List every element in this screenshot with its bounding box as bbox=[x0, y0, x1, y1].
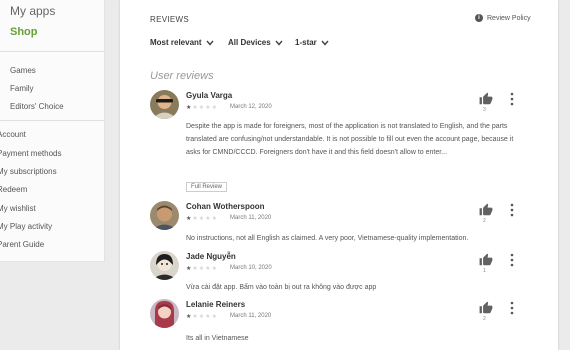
review-text: Its all in Vietnamese bbox=[186, 335, 249, 342]
full-review-button[interactable]: Full Review bbox=[186, 182, 228, 192]
chevron-down-icon bbox=[275, 40, 283, 46]
info-icon: i bbox=[475, 14, 483, 22]
star-rating: ★★★★★ bbox=[186, 104, 218, 111]
sidebar-item-my-wishlist[interactable]: My wishlist bbox=[0, 204, 36, 213]
sidebar-item-my-subscriptions[interactable]: My subscriptions bbox=[0, 167, 57, 176]
avatar bbox=[150, 299, 179, 328]
review-policy-link[interactable]: i Review Policy bbox=[475, 14, 531, 22]
sidebar-item-editors-choice[interactable]: Editors' Choice bbox=[10, 102, 64, 111]
review-date: March 11, 2020 bbox=[230, 215, 272, 221]
more-options-icon[interactable] bbox=[509, 203, 515, 217]
rating-dropdown-label: 1-star bbox=[295, 38, 317, 47]
sidebar-divider bbox=[0, 51, 105, 52]
avatar bbox=[150, 251, 179, 280]
thumb-up-icon[interactable] bbox=[479, 301, 493, 315]
thumb-up-icon[interactable] bbox=[479, 92, 493, 106]
review-item: Cohan Wotherspoon ★★★★★ March 11, 2020 N… bbox=[150, 201, 550, 251]
left-sidebar: My apps Shop Games Family Editors' Choic… bbox=[0, 0, 105, 350]
sort-dropdown[interactable]: Most relevant bbox=[150, 38, 228, 47]
avatar bbox=[150, 201, 179, 230]
sidebar-item-payment-methods[interactable]: Payment methods bbox=[0, 149, 61, 158]
review-policy-label: Review Policy bbox=[487, 14, 531, 22]
rating-dropdown[interactable]: 1-star bbox=[295, 38, 329, 47]
more-options-icon[interactable] bbox=[509, 253, 515, 267]
star-empty-icon: ★ bbox=[211, 105, 218, 111]
sidebar-item-my-play-activity[interactable]: My Play activity bbox=[0, 222, 52, 231]
star-empty-icon: ★ bbox=[211, 314, 218, 320]
sidebar-item-shop[interactable]: Shop bbox=[10, 26, 38, 38]
sidebar-item-my-apps[interactable]: My apps bbox=[10, 4, 55, 18]
sidebar-item-family[interactable]: Family bbox=[10, 84, 34, 93]
helpful-count: 1 bbox=[483, 268, 486, 274]
avatar bbox=[150, 90, 179, 119]
star-rating: ★★★★★ bbox=[186, 215, 218, 222]
sidebar-item-account[interactable]: Account bbox=[0, 130, 26, 139]
chevron-down-icon bbox=[321, 40, 329, 46]
reviewer-name: Cohan Wotherspoon bbox=[186, 202, 265, 211]
star-empty-icon: ★ bbox=[211, 216, 218, 222]
more-options-icon[interactable] bbox=[509, 301, 515, 315]
reviews-heading: REVIEWS bbox=[150, 15, 189, 24]
review-date: March 11, 2020 bbox=[230, 313, 272, 319]
sort-dropdown-label: Most relevant bbox=[150, 38, 202, 47]
star-rating: ★★★★★ bbox=[186, 313, 218, 320]
review-filters: Most relevant All Devices 1-star bbox=[150, 38, 329, 47]
review-text: Despite the app is made for foreigners, … bbox=[186, 123, 514, 156]
devices-dropdown-label: All Devices bbox=[228, 38, 271, 47]
star-rating: ★★★★★ bbox=[186, 265, 218, 272]
sidebar-item-parent-guide[interactable]: Parent Guide bbox=[0, 240, 44, 249]
review-item: Lelanie Reiners ★★★★★ March 11, 2020 Its… bbox=[150, 299, 550, 349]
helpful-count: 3 bbox=[483, 107, 486, 113]
review-item: Jade Nguyễn ★★★★★ March 10, 2020 Vừa cài… bbox=[150, 251, 550, 296]
helpful-count: 2 bbox=[483, 218, 486, 224]
review-text: Vừa cài đặt app. Bấm vào toàn bị out ra … bbox=[186, 284, 377, 291]
reviewer-name: Gyula Varga bbox=[186, 91, 233, 100]
thumb-up-icon[interactable] bbox=[479, 253, 493, 267]
helpful-count: 2 bbox=[483, 316, 486, 322]
sidebar-item-games[interactable]: Games bbox=[10, 66, 36, 75]
devices-dropdown[interactable]: All Devices bbox=[228, 38, 295, 47]
review-item: Gyula Varga ★★★★★ March 12, 2020 Despite… bbox=[150, 90, 550, 195]
star-empty-icon: ★ bbox=[211, 266, 218, 272]
sidebar-divider bbox=[0, 120, 105, 121]
review-date: March 10, 2020 bbox=[230, 265, 272, 271]
thumb-up-icon[interactable] bbox=[479, 203, 493, 217]
more-options-icon[interactable] bbox=[509, 92, 515, 106]
reviews-card: REVIEWS i Review Policy Most relevant Al… bbox=[120, 0, 558, 350]
sidebar-item-redeem[interactable]: Redeem bbox=[0, 185, 27, 194]
reviewer-name: Lelanie Reiners bbox=[186, 300, 246, 309]
review-date: March 12, 2020 bbox=[230, 104, 272, 110]
chevron-down-icon bbox=[206, 40, 214, 46]
reviewer-name: Jade Nguyễn bbox=[186, 252, 236, 261]
review-text: No instructions, not all English as clai… bbox=[186, 235, 469, 242]
user-reviews-label: User reviews bbox=[150, 70, 214, 82]
